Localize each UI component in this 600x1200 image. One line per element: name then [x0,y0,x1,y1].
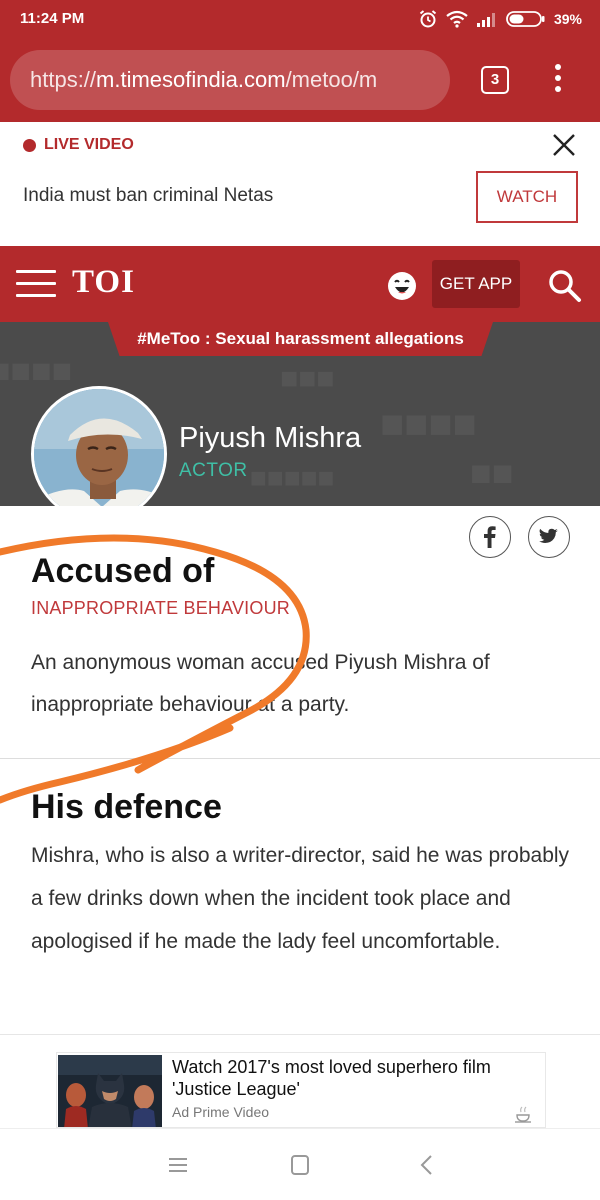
url-scheme: https:// [30,67,97,92]
section-divider [0,1034,600,1035]
signal-icon [476,13,495,27]
facebook-icon [484,526,496,548]
status-time: 11:24 PM [20,10,85,27]
defence-heading: His defence [31,788,222,826]
accused-subheading: INAPPROPRIATE BEHAVIOUR [31,598,290,618]
site-header: TOI GET APP [0,246,600,322]
twitter-icon [539,528,558,543]
navigation-bar [0,1128,600,1200]
accused-heading: Accused of [31,552,215,590]
person-name: Piyush Mishra [179,422,362,454]
section-divider [0,758,600,759]
ad-thumbnail-image [58,1055,162,1127]
ad-choices-icon[interactable] [512,1103,534,1125]
live-label-text: LIVE VIDEO [44,136,134,153]
watch-button[interactable]: WATCH [476,171,578,223]
twitter-share-button[interactable] [528,516,570,558]
url-bar[interactable]: https://m.timesofindia.com/metoo/m [10,50,450,110]
ad-source: Ad Prime Video [172,1104,270,1120]
ad-thumbnail[interactable] [58,1055,162,1127]
battery-level: 39% [553,11,582,27]
laughing-emoji-icon[interactable] [387,271,417,301]
person-role: ACTOR [179,460,248,481]
url-path: /metoo/m [285,67,378,92]
ad-title[interactable]: Watch 2017's most loved superhero film '… [172,1056,532,1100]
topic-ribbon[interactable]: #MeToo : Sexual harassment allegations [108,322,493,356]
search-icon[interactable] [548,269,582,303]
back-icon[interactable] [414,1153,440,1177]
browser-toolbar: https://m.timesofindia.com/metoo/m 3 [0,38,600,122]
battery-icon [506,11,545,27]
tabs-icon[interactable]: 3 [481,66,509,94]
ad-card[interactable]: Watch 2017's most loved superhero film '… [56,1052,546,1128]
live-video-banner: LIVE VIDEO India must ban criminal Netas… [0,122,600,246]
close-icon[interactable] [551,132,577,158]
facebook-share-button[interactable] [469,516,511,558]
hamburger-icon[interactable] [16,270,56,298]
more-vert-icon[interactable] [548,64,568,98]
get-app-button[interactable]: GET APP [432,260,520,308]
wifi-icon [446,10,468,28]
defence-body: Mishra, who is also a writer-director, s… [31,844,570,953]
live-label: LIVE VIDEO [23,136,134,154]
alarm-icon [419,10,437,28]
menu-icon[interactable] [165,1153,191,1177]
toi-logo[interactable]: TOI [72,264,135,301]
status-icons: 39% [418,8,582,30]
live-dot-icon [23,138,36,152]
status-bar: 11:24 PM 39% [0,0,600,38]
url-text: https://m.timesofindia.com/metoo/m [30,67,377,93]
avatar-photo [34,389,164,506]
url-host: m.timesofindia.com [96,67,286,92]
profile-hero: ■■■■ ■■■ ■■■■ ■■■■■ ■■ #MeToo : Sexual h… [0,322,600,506]
home-icon[interactable] [287,1153,313,1177]
live-headline[interactable]: India must ban criminal Netas [23,185,273,207]
accused-body: An anonymous woman accused Piyush Mishra… [31,651,490,716]
